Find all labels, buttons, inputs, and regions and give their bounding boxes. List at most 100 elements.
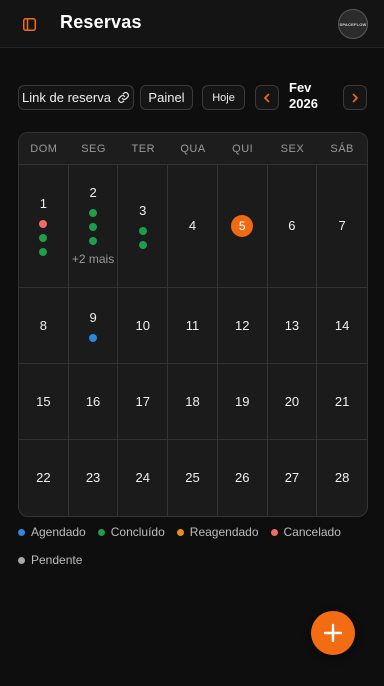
calendar-day-cell[interactable]: 14 (317, 288, 367, 364)
event-dots (138, 227, 147, 249)
calendar-day-cell[interactable]: 3 (118, 165, 169, 288)
event-dot-concluido[interactable] (89, 237, 98, 245)
calendar-day-cell[interactable]: 15 (19, 364, 69, 440)
day-number: 14 (334, 317, 350, 333)
legend-label: Concluído (110, 525, 165, 539)
event-dots (89, 209, 98, 245)
event-dot-concluido[interactable] (39, 234, 48, 242)
day-number: 22 (36, 470, 51, 485)
legend-dot (18, 528, 25, 536)
legend-dot (270, 528, 278, 536)
calendar-day-cell[interactable]: 24 (118, 440, 169, 516)
calendar-day-cell[interactable]: 11 (168, 288, 218, 364)
calendar-day-cell[interactable]: 27 (268, 440, 318, 516)
calendar-day-cell[interactable]: 2 +2 mais (68, 165, 119, 288)
event-dot-concluido[interactable] (138, 227, 147, 235)
calendar-day-cell[interactable]: 25 (168, 440, 218, 516)
day-number: 25 (185, 470, 200, 485)
weekday-label: QUA (180, 142, 206, 155)
day-number: 6 (288, 218, 296, 233)
booking-link-button[interactable]: Link de reserva (18, 85, 134, 110)
app-header: Reservas SPACEFLOW (0, 0, 384, 48)
event-dot-concluido[interactable] (89, 209, 98, 217)
calendar-toolbar: Link de reserva Painel Hoje Fev 2026 (0, 80, 384, 120)
calendar-day-cell[interactable]: 20 (267, 364, 318, 440)
calendar-day-cell[interactable]: 21 (317, 364, 367, 440)
day-number: 18 (185, 393, 200, 409)
day-number: 17 (135, 393, 151, 409)
legend-item-reagendado: Reagendado (176, 524, 259, 540)
calendar-day-cell[interactable]: 4 (168, 165, 218, 288)
calendar-grid: 1 2 +2 mais 3 4 5 6 7 8 9 10 11 12 13 14 15 16 17 18 19 20 21… (19, 165, 367, 516)
legend-label: Pendente (31, 553, 83, 567)
current-month-label: Fev 2026 (289, 80, 337, 112)
calendar-day-cell[interactable]: 22 (19, 440, 69, 516)
more-events-label[interactable]: +2 mais (72, 251, 114, 267)
legend-dot (18, 556, 25, 564)
calendar-day-cell[interactable]: 13 (267, 288, 318, 364)
calendar-day-cell[interactable]: 16 (68, 364, 119, 440)
calendar-day-cell[interactable]: 1 (19, 165, 69, 288)
day-number: 24 (135, 470, 151, 485)
legend-item-agendado: Agendado (18, 524, 86, 540)
day-number: 26 (234, 470, 250, 485)
calendar-day-cell[interactable]: 18 (168, 364, 218, 440)
day-number: 27 (284, 470, 300, 485)
add-booking-button[interactable] (311, 611, 355, 655)
calendar-day-cell[interactable]: 5 (217, 165, 268, 288)
today-button[interactable]: Hoje (202, 85, 245, 110)
day-number: 12 (234, 317, 250, 333)
day-number: 3 (139, 203, 147, 218)
link-icon (118, 92, 129, 103)
day-number: 2 (89, 185, 97, 200)
day-number: 19 (234, 393, 250, 409)
event-dots (89, 333, 98, 342)
month-name: Fev (289, 80, 312, 95)
legend-label: Cancelado (283, 525, 341, 539)
weekday-label: SEG (81, 142, 106, 155)
day-number: 10 (135, 317, 151, 333)
day-number: 21 (334, 393, 350, 409)
avatar[interactable]: SPACEFLOW (338, 9, 368, 39)
event-dot-concluido[interactable] (39, 248, 48, 256)
weekday-label: SÁB (330, 142, 354, 155)
legend-item-cancelado: Cancelado (270, 524, 341, 540)
status-legend: Agendado Concluído Reagendado Cancelado Pend… (18, 524, 368, 568)
legend-dot (97, 528, 105, 536)
calendar-day-cell[interactable]: 12 (217, 288, 268, 364)
calendar-day-cell[interactable]: 17 (118, 364, 169, 440)
month-calendar: DOM SEG TER QUA QUI SEX SÁB 1 2 +2 mais 3 4 5 6 7 8 9 10… (18, 132, 368, 517)
calendar-day-cell[interactable]: 26 (218, 440, 268, 516)
day-number: 13 (284, 317, 300, 333)
calendar-day-cell[interactable]: 28 (317, 440, 367, 516)
legend-item-concluido: Concluído (97, 524, 165, 540)
chevron-right-icon (352, 93, 359, 102)
calendar-day-cell[interactable]: 10 (118, 288, 169, 364)
chevron-left-icon (263, 93, 270, 102)
calendar-day-cell[interactable]: 8 (19, 288, 69, 364)
booking-link-label: Link de reserva (22, 90, 111, 105)
event-dot-agendado[interactable] (89, 333, 98, 342)
next-month-button[interactable] (343, 85, 367, 110)
prev-month-button[interactable] (255, 85, 279, 110)
panel-button[interactable]: Painel (140, 85, 193, 110)
weekday-label: QUI (232, 142, 254, 155)
weekday-label: DOM (30, 142, 58, 155)
calendar-day-cell[interactable]: 19 (217, 364, 268, 440)
day-number: 4 (188, 218, 197, 233)
day-number: 15 (36, 393, 51, 409)
calendar-day-cell[interactable]: 9 (68, 288, 119, 364)
weekday-label: TER (131, 142, 156, 155)
legend-item-pendente: Pendente (18, 552, 82, 568)
day-number: 7 (338, 218, 346, 233)
calendar-day-cell[interactable]: 7 (317, 165, 367, 288)
legend-dot (176, 528, 184, 536)
year-name: 2026 (289, 96, 318, 111)
event-dot-concluido[interactable] (89, 223, 98, 231)
event-dot-concluido[interactable] (138, 241, 147, 249)
calendar-day-cell[interactable]: 6 (267, 165, 318, 288)
day-number: 23 (85, 470, 101, 485)
event-dot-cancelado[interactable] (39, 220, 48, 228)
calendar-day-cell[interactable]: 23 (69, 440, 119, 516)
sidebar-toggle-icon[interactable] (20, 15, 38, 33)
